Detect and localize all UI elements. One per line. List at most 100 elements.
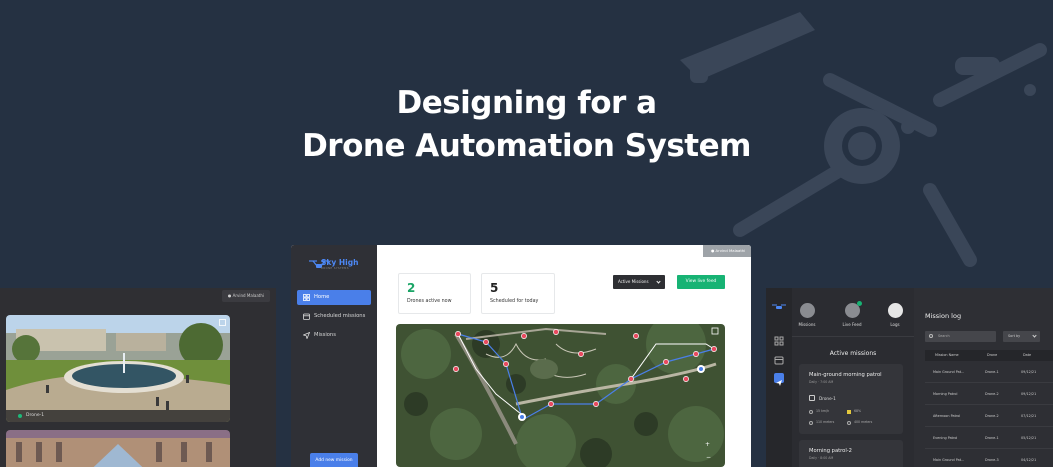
area-icon: [847, 421, 851, 425]
mission-log-panel: Missions Live Feed Logs Active missions …: [766, 288, 1053, 467]
table-row[interactable]: Evening Patrol Drone-1 05/12/21: [925, 427, 1053, 449]
cell-date: 07/12/21: [1021, 414, 1037, 418]
headline-line-2: Drone Automation System: [302, 128, 751, 164]
tab-live-feed[interactable]: Live Feed: [837, 301, 867, 327]
send-icon-glyph: [776, 380, 782, 386]
column-header: Mission Name: [935, 353, 959, 357]
column-header: Date: [1023, 353, 1032, 357]
notification-badge: [856, 301, 862, 306]
calendar-icon[interactable]: [774, 355, 784, 365]
brand-subtitle: DRONE SYSTEMS: [321, 267, 349, 270]
sort-label: Sort by: [1008, 334, 1021, 338]
search-input[interactable]: Search: [925, 331, 996, 342]
tab-missions[interactable]: Missions: [792, 303, 822, 327]
cell-date: 04/12/21: [1021, 458, 1037, 462]
table-row[interactable]: Main Ground Pat... Drone-3 04/12/21: [925, 449, 1053, 467]
dashboard-window: Sky High DRONE SYSTEMS Home Scheduled mi…: [291, 245, 751, 467]
satellite-map: + −: [396, 324, 725, 467]
mission-title: Main-ground morning patrol: [809, 372, 882, 378]
grid-icon[interactable]: [774, 336, 784, 346]
tab-label: Logs: [890, 322, 900, 327]
add-mission-button[interactable]: Add new mission: [310, 453, 358, 467]
tab-label: Missions: [798, 322, 816, 327]
cell-mission: Main Ground Pat...: [933, 370, 965, 374]
battery-icon: [847, 410, 851, 414]
mission-log-title: Mission log: [925, 312, 962, 320]
sort-select[interactable]: Sort by: [1003, 331, 1040, 342]
icon-rail: [766, 288, 792, 467]
live-feed-panel: ● Arvind Malaathi Drone-1: [0, 288, 276, 467]
cell-date: 09/12/21: [1021, 392, 1037, 396]
cell-drone: Drone-2: [985, 392, 999, 396]
mission-card[interactable]: Morning patrol-2 Daily · 8:00 AM: [799, 440, 903, 467]
drone-icon: [809, 395, 815, 401]
nav-label-home: Home: [314, 294, 330, 300]
expand-icon[interactable]: [219, 319, 226, 326]
svg-text:+: +: [705, 441, 710, 448]
mission-filter-select[interactable]: Active Missions: [613, 275, 665, 289]
cell-drone: Drone-1: [985, 436, 999, 440]
mission-card[interactable]: Main-ground morning patrol Daily · 7:00 …: [799, 364, 903, 434]
drone-logo-icon: [772, 304, 786, 309]
headline: Designing for a Drone Automation System: [0, 82, 1053, 168]
main-content: ● Arvind Malaathi 2 Drones active now 5 …: [377, 245, 751, 467]
cell-drone: Drone-3: [985, 458, 999, 462]
speed-icon: [809, 410, 813, 414]
tab-label: Live Feed: [842, 322, 862, 327]
nav-label-scheduled: Scheduled missions: [314, 313, 366, 319]
stat-label: Scheduled for today: [490, 299, 539, 304]
svg-text:−: −: [706, 454, 711, 461]
send-icon[interactable]: [774, 373, 784, 386]
cell-mission: Morning Patrol: [933, 392, 958, 396]
feed-label: Drone-1: [6, 410, 230, 422]
search-icon: [929, 334, 933, 338]
mission-map[interactable]: + −: [396, 324, 725, 467]
video-icon: [844, 301, 862, 318]
divider: [792, 336, 914, 337]
stat-value: 2: [407, 281, 416, 295]
table-row[interactable]: Morning Patrol Drone-2 09/12/21: [925, 383, 1053, 405]
active-missions-title: Active missions: [829, 350, 877, 357]
cell-date: 09/12/21: [1021, 370, 1037, 374]
mission-schedule: Daily · 8:00 AM: [809, 456, 834, 460]
drone-feed-card[interactable]: Drone-1: [6, 315, 230, 422]
cell-drone: Drone-1: [985, 370, 999, 374]
user-chip[interactable]: ● Arvind Malaathi: [221, 290, 270, 302]
stat-value: 5: [490, 281, 499, 295]
stat-card-active-drones: 2 Drones active now: [398, 273, 471, 314]
mission-log: Mission log Search Sort by Mission Name …: [914, 288, 1053, 467]
app-user-name: Arvind Malaathi: [715, 248, 746, 253]
drone-icon: [799, 303, 815, 318]
drone-feed-image: [6, 315, 230, 422]
route-icon: [809, 421, 813, 425]
drone-feed-card-2[interactable]: [6, 430, 230, 467]
table-row[interactable]: Main Ground Pat... Drone-1 09/12/21: [925, 361, 1053, 383]
table-row[interactable]: Afternoon Patrol Drone-2 07/12/21: [925, 405, 1053, 427]
nav-item-home[interactable]: Home: [297, 290, 371, 305]
mission-tabs: Missions Live Feed Logs: [792, 288, 914, 336]
headline-line-1: Designing for a: [396, 85, 657, 121]
cell-mission: Main Ground Pat...: [933, 458, 965, 462]
mission-speed: 15 km/h: [816, 409, 830, 413]
view-live-feed-button[interactable]: View live feed: [677, 275, 725, 289]
tab-logs[interactable]: Logs: [880, 303, 910, 327]
calendar-icon: [303, 313, 310, 320]
cell-drone: Drone-2: [985, 414, 999, 418]
status-dot-icon: [18, 414, 22, 418]
mission-area: 400 meters: [854, 420, 873, 424]
send-icon: [303, 332, 310, 339]
cell-mission: Afternoon Patrol: [933, 414, 961, 418]
nav-item-missions[interactable]: Missions: [297, 328, 371, 343]
mission-drone: Drone-1: [819, 396, 836, 401]
stat-label: Drones active now: [407, 299, 452, 304]
chevron-down-icon: [656, 279, 661, 284]
mission-battery: 68%: [854, 409, 862, 413]
app-user-chip[interactable]: ● Arvind Malaathi: [703, 245, 751, 257]
user-name: Arvind Malaathi: [232, 293, 264, 298]
nav-item-scheduled-missions[interactable]: Scheduled missions: [297, 309, 371, 324]
column-header: Drone: [987, 353, 998, 357]
brand-name: Sky High: [321, 258, 359, 267]
drone-feed-image-2: [6, 430, 230, 467]
mission-distance: 110 meters: [816, 420, 835, 424]
search-placeholder: Search: [938, 334, 950, 338]
